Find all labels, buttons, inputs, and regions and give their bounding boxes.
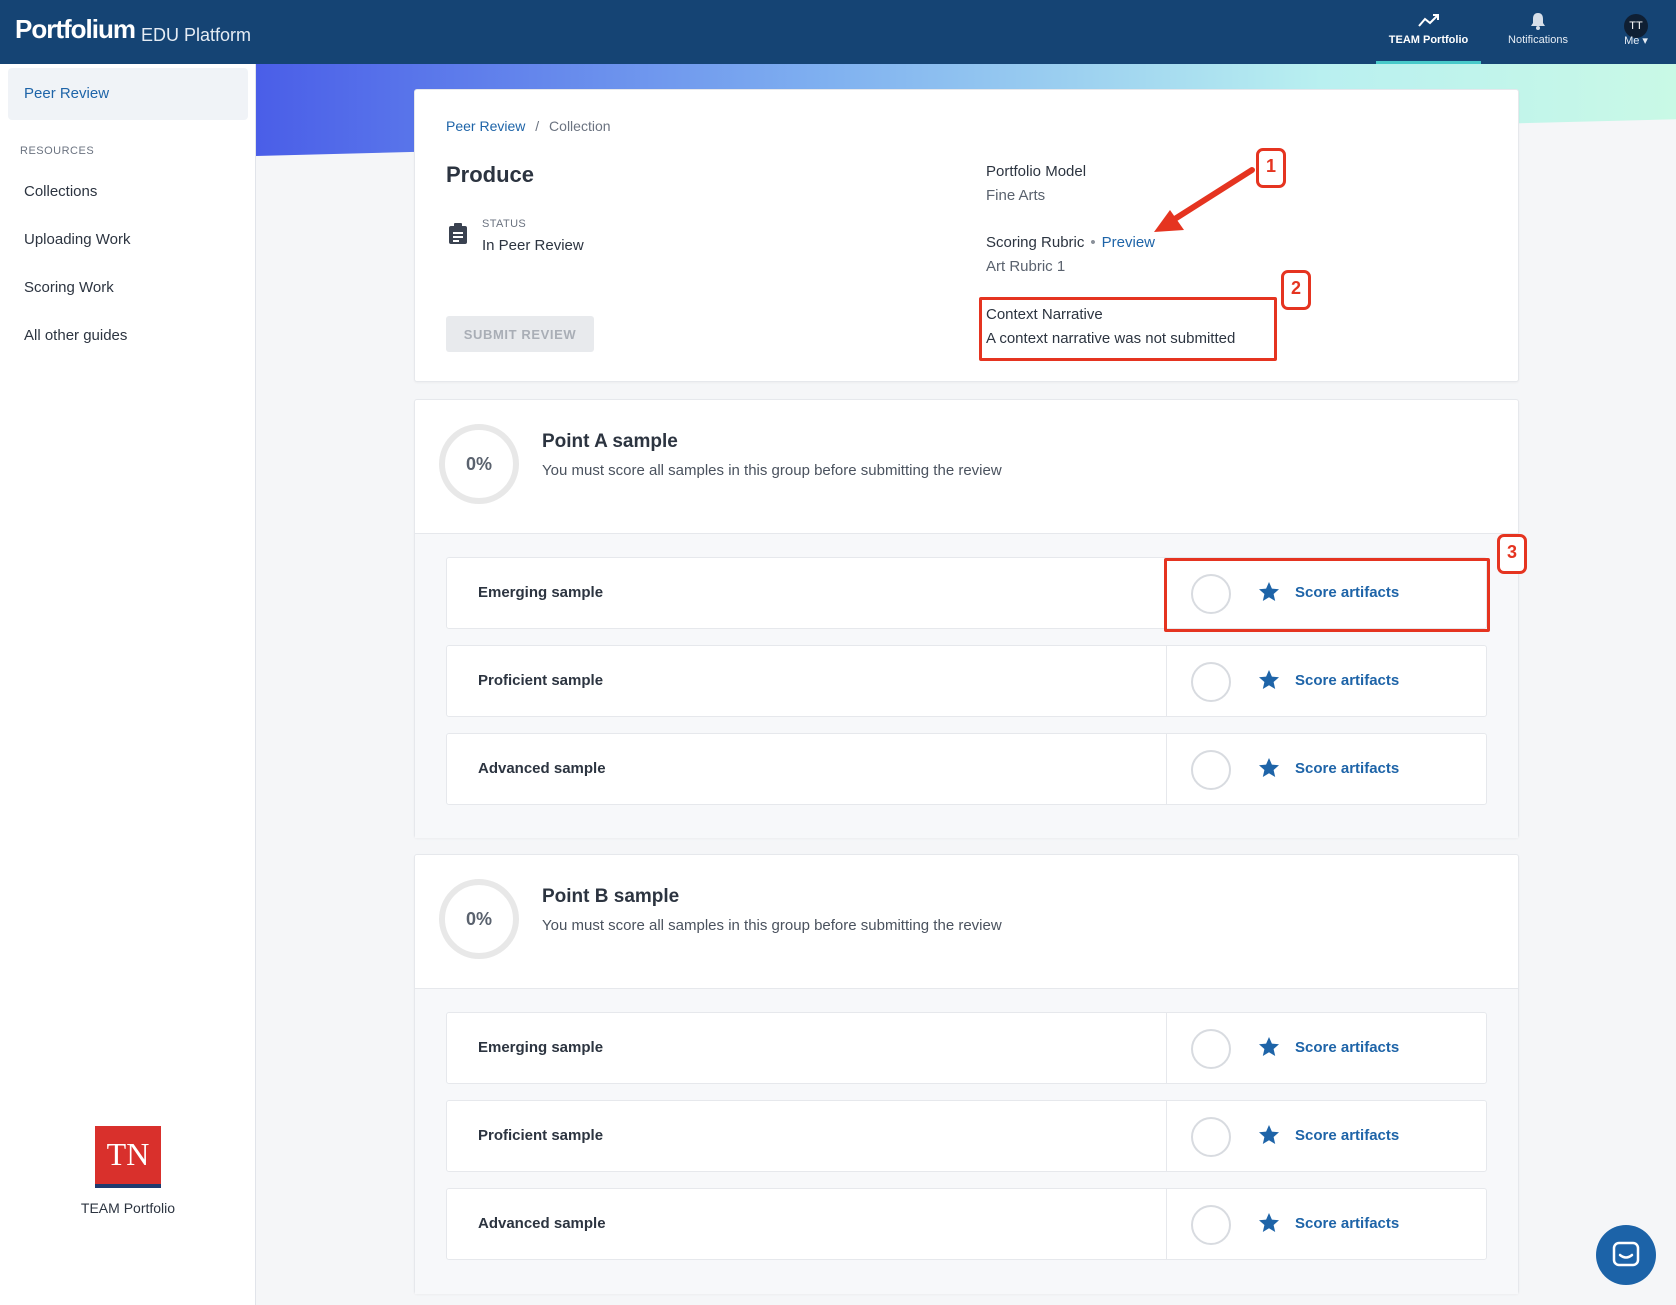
sidebar-item-all-other-guides[interactable]: All other guides: [24, 327, 127, 344]
brand-logo[interactable]: Portfolium: [15, 14, 136, 45]
score-artifacts-link[interactable]: Score artifacts: [1295, 1039, 1399, 1056]
row-separator: [1166, 1013, 1167, 1083]
sidebar: Peer Review RESOURCES Collections Upload…: [0, 64, 256, 1305]
star-icon: [1259, 758, 1279, 777]
chat-icon: [1612, 1241, 1640, 1267]
breadcrumb-peer-review-link[interactable]: Peer Review: [446, 118, 525, 134]
page-title: Produce: [446, 162, 535, 187]
scoring-rubric-value: Art Rubric 1: [986, 258, 1066, 275]
group-title: Point A sample: [542, 431, 678, 452]
submit-review-button[interactable]: SUBMIT REVIEW: [446, 316, 594, 352]
progress-ring: 0%: [439, 424, 519, 504]
sidebar-item-scoring-work[interactable]: Scoring Work: [24, 279, 114, 296]
top-bar: Portfolium EDU Platform TEAM Portfolio N…: [0, 0, 1676, 64]
score-artifacts-link[interactable]: Score artifacts: [1295, 1127, 1399, 1144]
bell-icon: [1494, 12, 1582, 34]
sample-name: Emerging sample: [478, 584, 604, 601]
sample-row: Advanced sample Score artifacts: [446, 1188, 1487, 1260]
star-icon: [1259, 1213, 1279, 1232]
star-icon: [1259, 1125, 1279, 1144]
scoring-rubric-label-row: Scoring Rubric • Preview: [986, 234, 1155, 251]
row-separator: [1166, 1189, 1167, 1259]
sample-name: Advanced sample: [478, 1215, 606, 1232]
nav-team-label: TEAM Portfolio: [1388, 34, 1469, 46]
score-artifacts-link[interactable]: Score artifacts: [1295, 672, 1399, 689]
sample-row: Proficient sample Score artifacts: [446, 1100, 1487, 1172]
row-separator: [1166, 646, 1167, 716]
score-status-circle: [1191, 1117, 1231, 1157]
group-description: You must score all samples in this group…: [542, 462, 1002, 479]
portfolio-model-label: Portfolio Model: [986, 163, 1087, 180]
progress-ring: 0%: [439, 879, 519, 959]
collection-header-card: Peer Review / Collection Produce STATUS …: [414, 89, 1519, 382]
nav-notifications[interactable]: Notifications: [1494, 12, 1582, 64]
annotation-marker-2: 2: [1281, 270, 1311, 310]
score-status-circle: [1191, 1205, 1231, 1245]
sample-name: Advanced sample: [478, 760, 606, 777]
score-artifacts-link[interactable]: Score artifacts: [1295, 1215, 1399, 1232]
sidebar-item-uploading-work[interactable]: Uploading Work: [24, 231, 130, 248]
group-description: You must score all samples in this group…: [542, 917, 1002, 934]
scoring-rubric-label: Scoring Rubric: [986, 234, 1085, 251]
annotation-marker-1: 1: [1256, 148, 1286, 188]
sidebar-section-resources: RESOURCES: [20, 145, 95, 157]
tn-logo-label: TEAM Portfolio: [80, 1200, 176, 1216]
row-separator: [1166, 1101, 1167, 1171]
separator-dot: •: [1090, 234, 1096, 251]
row-separator: [1166, 734, 1167, 804]
portfolio-model-value: Fine Arts: [986, 187, 1046, 204]
sample-row: Proficient sample Score artifacts: [446, 645, 1487, 717]
brand-subtitle: EDU Platform: [141, 25, 252, 45]
sidebar-item-collections[interactable]: Collections: [24, 183, 97, 200]
group-samples: Emerging sample Score artifacts Proficie…: [415, 989, 1518, 1294]
trend-icon: [1376, 12, 1481, 34]
breadcrumb-current: Collection: [549, 118, 611, 134]
nav-me-label: Me ▾: [1624, 35, 1648, 47]
score-status-circle: [1191, 662, 1231, 702]
sidebar-item-peer-review[interactable]: Peer Review: [8, 68, 248, 120]
breadcrumb: Peer Review / Collection: [446, 118, 611, 134]
status-value: In Peer Review: [482, 237, 584, 254]
annotation-arrow: [1154, 167, 1255, 232]
star-icon: [1259, 1037, 1279, 1056]
star-icon: [1259, 670, 1279, 689]
tn-logo: TN: [95, 1126, 161, 1188]
annotation-box-context-narrative: [979, 297, 1277, 361]
clipboard-icon: [449, 223, 467, 244]
score-status-circle: [1191, 1029, 1231, 1069]
chat-launcher-button[interactable]: [1596, 1225, 1656, 1285]
group-title: Point B sample: [542, 886, 680, 907]
sample-name: Emerging sample: [478, 1039, 604, 1056]
sample-name: Proficient sample: [478, 672, 604, 689]
annotation-box-score-artifacts: [1164, 558, 1490, 632]
nav-notifications-label: Notifications: [1508, 34, 1568, 46]
group-card-point-b: 0% Point B sample You must score all sam…: [414, 854, 1519, 1294]
annotation-marker-3: 3: [1497, 534, 1527, 574]
sample-row: Emerging sample Score artifacts: [446, 1012, 1487, 1084]
nav-me-menu[interactable]: TT Me ▾: [1603, 12, 1669, 64]
breadcrumb-separator: /: [535, 118, 540, 134]
score-artifacts-link[interactable]: Score artifacts: [1295, 760, 1399, 777]
sample-row: Advanced sample Score artifacts: [446, 733, 1487, 805]
status-label: STATUS: [482, 218, 527, 230]
score-status-circle: [1191, 750, 1231, 790]
sample-name: Proficient sample: [478, 1127, 604, 1144]
nav-team-portfolio[interactable]: TEAM Portfolio: [1376, 12, 1481, 64]
